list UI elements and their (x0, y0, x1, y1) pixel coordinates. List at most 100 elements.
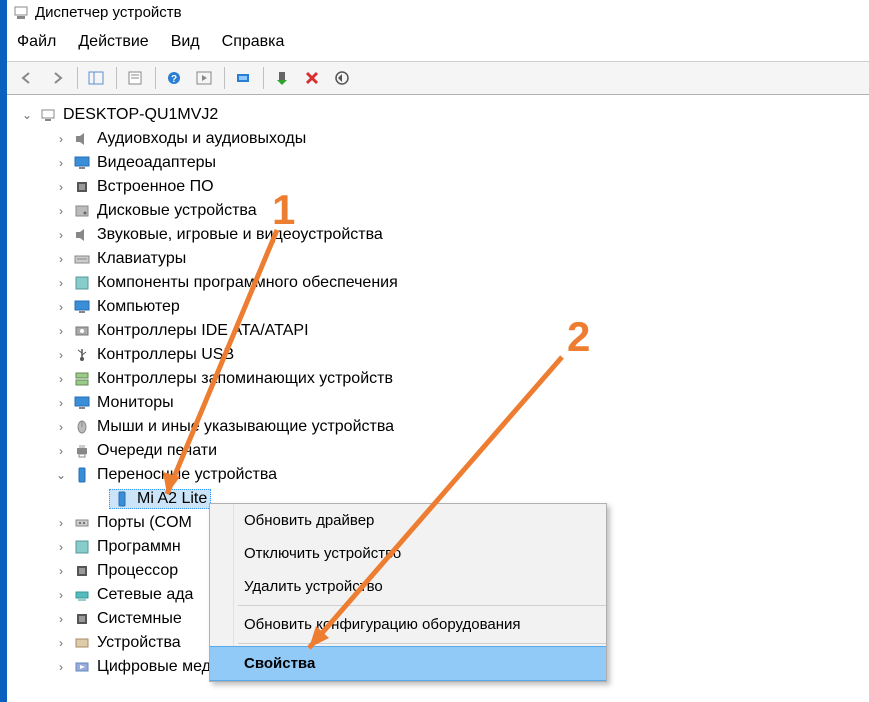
chevron-right-icon[interactable]: › (53, 180, 69, 194)
tree-category-audio-io[interactable]: ›Аудиовходы и аудиовыходы (15, 127, 869, 151)
chevron-right-icon[interactable]: › (53, 396, 69, 410)
tree-category-software-components[interactable]: › Компоненты программного обеспечения (15, 271, 869, 295)
show-console-tree-icon[interactable] (82, 66, 110, 90)
chevron-right-icon[interactable]: › (53, 660, 69, 674)
tree-category-label: Звуковые, игровые и видеоустройства (97, 226, 383, 244)
tree-category-label: Встроенное ПО (97, 178, 214, 196)
chevron-right-icon[interactable]: › (53, 204, 69, 218)
menu-file[interactable]: Файл (17, 33, 56, 51)
menu-action[interactable]: Действие (78, 33, 148, 51)
chevron-right-icon[interactable]: › (53, 132, 69, 146)
context-update-driver[interactable]: Обновить драйвер (210, 504, 606, 537)
context-menu-separator (238, 605, 606, 606)
action-toolbar-icon[interactable] (190, 66, 218, 90)
chevron-right-icon[interactable]: › (53, 564, 69, 578)
tree-category-label: Мониторы (97, 394, 174, 412)
tree-category-usb-controllers[interactable]: ›Контроллеры USB (15, 343, 869, 367)
tree-category-label: Дисковые устройства (97, 202, 257, 220)
chevron-right-icon[interactable]: › (53, 156, 69, 170)
help-toolbar-icon[interactable]: ? (160, 66, 188, 90)
portable-icon (113, 490, 131, 508)
tree-category-video-adapters[interactable]: ›Видеоадаптеры (15, 151, 869, 175)
tree-category-label: Контроллеры IDE ATA/ATAPI (97, 322, 309, 340)
svg-text:?: ? (171, 74, 177, 85)
enable-device-toolbar-icon[interactable] (268, 66, 296, 90)
port-icon (73, 514, 91, 532)
chevron-right-icon[interactable]: › (53, 636, 69, 650)
display-icon (73, 298, 91, 316)
tree-category-label: Сетевые ада (97, 586, 193, 604)
storage-icon (73, 370, 91, 388)
menu-view[interactable]: Вид (171, 33, 200, 51)
chevron-right-icon[interactable]: › (53, 540, 69, 554)
properties-toolbar-icon[interactable] (121, 66, 149, 90)
speaker-icon (73, 130, 91, 148)
chevron-right-icon[interactable]: › (53, 300, 69, 314)
tree-category-label: Программн (97, 538, 181, 556)
chevron-right-icon[interactable]: › (53, 276, 69, 290)
tree-category-print-queues[interactable]: › Очереди печати (15, 439, 869, 463)
context-menu: Обновить драйвер Отключить устройство Уд… (209, 503, 607, 682)
title-bar: Диспетчер устройств (7, 0, 869, 27)
speaker-icon (73, 226, 91, 244)
uninstall-device-toolbar-icon[interactable] (298, 66, 326, 90)
tree-category-label: Процессор (97, 562, 178, 580)
chevron-down-icon[interactable]: ⌄ (19, 108, 35, 122)
hid-icon (73, 634, 91, 652)
tree-category-keyboards[interactable]: ›Клавиатуры (15, 247, 869, 271)
chevron-right-icon[interactable]: › (53, 612, 69, 626)
context-remove-device[interactable]: Удалить устройство (210, 570, 606, 603)
usb-icon (73, 346, 91, 364)
chip-icon (73, 562, 91, 580)
tree-category-label: Системные (97, 610, 182, 628)
tree-item-label: Mi A2 Lite (137, 490, 207, 508)
tree-category-sound-game[interactable]: › Звуковые, игровые и видеоустройства (15, 223, 869, 247)
update-driver-toolbar-icon[interactable] (328, 66, 356, 90)
tree-category-firmware[interactable]: › Встроенное ПО (15, 175, 869, 199)
portable-icon (73, 466, 91, 484)
chevron-right-icon[interactable]: › (53, 228, 69, 242)
tree-category-portable[interactable]: ⌄ Переносные устройства (15, 463, 869, 487)
chevron-right-icon[interactable]: › (53, 420, 69, 434)
chevron-right-icon[interactable]: › (53, 444, 69, 458)
chevron-right-icon[interactable]: › (53, 252, 69, 266)
chip-icon (73, 178, 91, 196)
tree-category-mice[interactable]: › Мыши и иные указывающие устройства (15, 415, 869, 439)
tree-category-computer[interactable]: › Компьютер (15, 295, 869, 319)
tree-category-storage-controllers[interactable]: › Контроллеры запоминающих устройств (15, 367, 869, 391)
tree-category-label: Переносные устройства (97, 466, 277, 484)
back-button[interactable] (13, 66, 41, 90)
context-properties[interactable]: Свойства (210, 646, 606, 681)
tree-category-label: Контроллеры запоминающих устройств (97, 370, 393, 388)
scan-hardware-toolbar-icon[interactable] (229, 66, 257, 90)
tree-category-ide-atapi[interactable]: › Контроллеры IDE ATA/ATAPI (15, 319, 869, 343)
chevron-right-icon[interactable]: › (53, 588, 69, 602)
media-icon (73, 658, 91, 676)
context-disable-device[interactable]: Отключить устройство (210, 537, 606, 570)
display-icon (73, 394, 91, 412)
context-scan-hardware[interactable]: Обновить конфигурацию оборудования (210, 608, 606, 641)
tree-category-label: Мыши и иные указывающие устройства (97, 418, 394, 436)
chevron-right-icon[interactable]: › (53, 348, 69, 362)
context-menu-separator (238, 643, 606, 644)
chevron-right-icon[interactable]: › (53, 516, 69, 530)
tree-category-disk-drives[interactable]: › Дисковые устройства (15, 199, 869, 223)
tree-category-label: Компоненты программного обеспечения (97, 274, 398, 292)
net-icon (73, 586, 91, 604)
menu-bar: Файл Действие Вид Справка (7, 27, 869, 62)
tree-root[interactable]: ⌄ DESKTOP-QU1MVJ2 (15, 103, 869, 127)
chip-icon (73, 610, 91, 628)
keyboard-icon (73, 250, 91, 268)
component-icon (73, 538, 91, 556)
chevron-right-icon[interactable]: › (53, 372, 69, 386)
forward-button[interactable] (43, 66, 71, 90)
mouse-icon (73, 418, 91, 436)
menu-help[interactable]: Справка (222, 33, 285, 51)
chevron-down-icon[interactable]: ⌄ (53, 468, 69, 482)
chevron-right-icon[interactable]: › (53, 324, 69, 338)
window-title: Диспетчер устройств (35, 4, 182, 21)
tree-category-label: Компьютер (97, 298, 180, 316)
tree-category-monitors[interactable]: › Мониторы (15, 391, 869, 415)
tree-category-label: Очереди печати (97, 442, 217, 460)
tree-root-label: DESKTOP-QU1MVJ2 (63, 106, 218, 124)
